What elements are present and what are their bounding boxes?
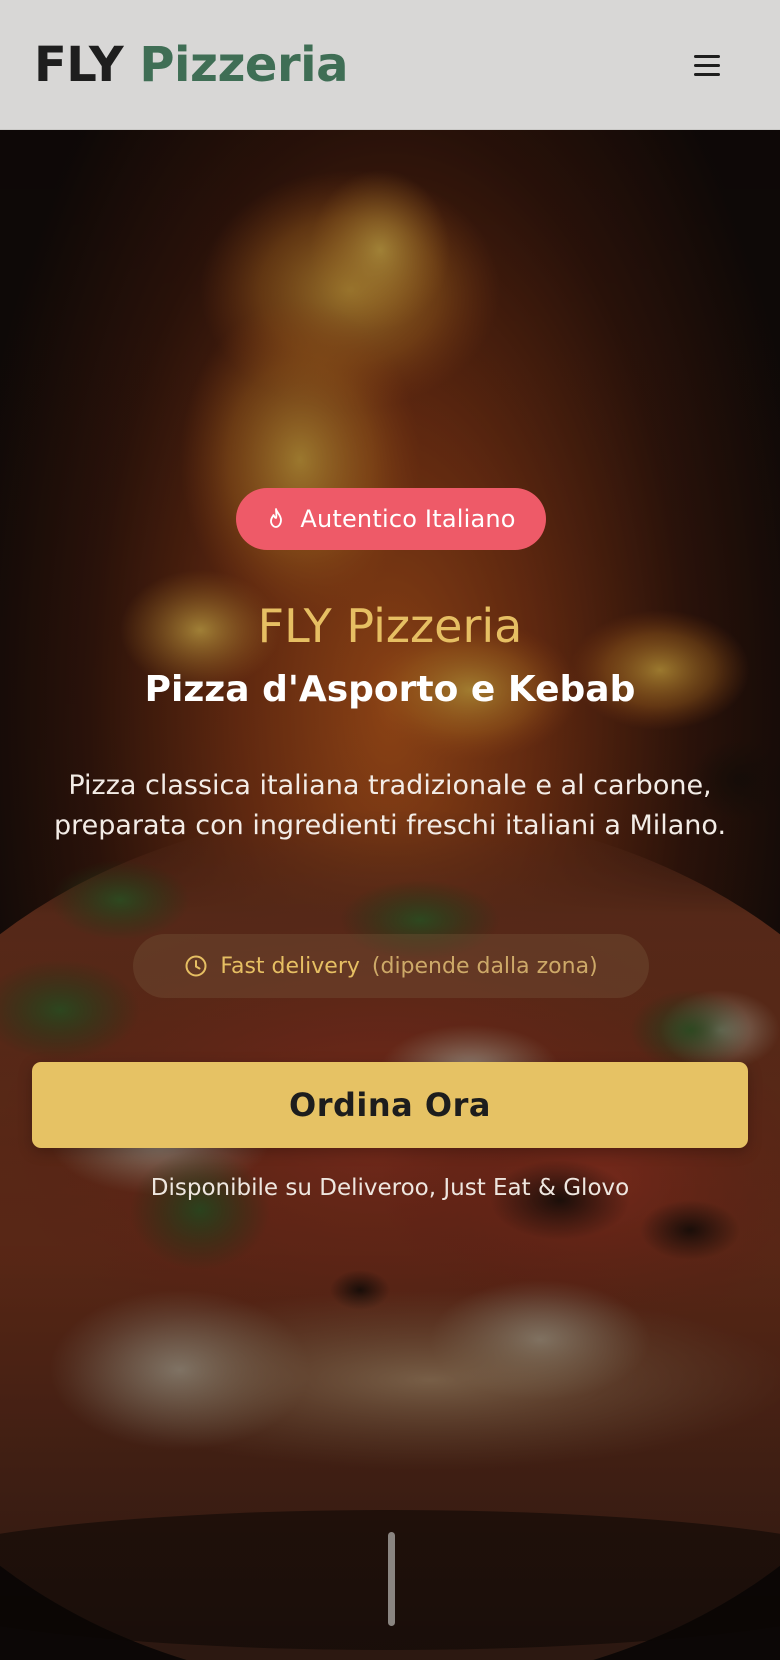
- availability-text: Disponibile su Deliveroo, Just Eat & Glo…: [150, 1175, 630, 1201]
- delivery-label: Fast delivery: [220, 953, 360, 979]
- hero-subtitle: Pizza d'Asporto e Kebab: [144, 669, 636, 710]
- clock-icon: [185, 955, 207, 977]
- brand-name-part2: Pizzeria: [139, 37, 348, 93]
- brand-logo[interactable]: FLY Pizzeria: [34, 34, 348, 96]
- hamburger-menu-icon[interactable]: [688, 50, 724, 80]
- order-now-button[interactable]: Ordina Ora: [32, 1062, 748, 1148]
- hero-background-image: [0, 130, 780, 1660]
- flame-icon: [270, 508, 283, 528]
- delivery-note: (dipende dalla zona): [371, 953, 598, 979]
- brand-name-part1: FLY: [34, 37, 124, 93]
- scroll-indicator[interactable]: [388, 1532, 395, 1626]
- badge-label: Autentico Italiano: [300, 505, 516, 533]
- hero-title: FLY Pizzeria: [257, 599, 523, 653]
- hero-section: Autentico Italiano FLY Pizzeria Pizza d'…: [0, 130, 780, 1660]
- hero-description: Pizza classica italiana tradizionale e a…: [53, 770, 727, 841]
- authentic-italian-badge[interactable]: Autentico Italiano: [236, 488, 546, 550]
- delivery-info-pill: Fast delivery (dipende dalla zona): [133, 934, 649, 998]
- site-header: FLY Pizzeria: [0, 0, 780, 130]
